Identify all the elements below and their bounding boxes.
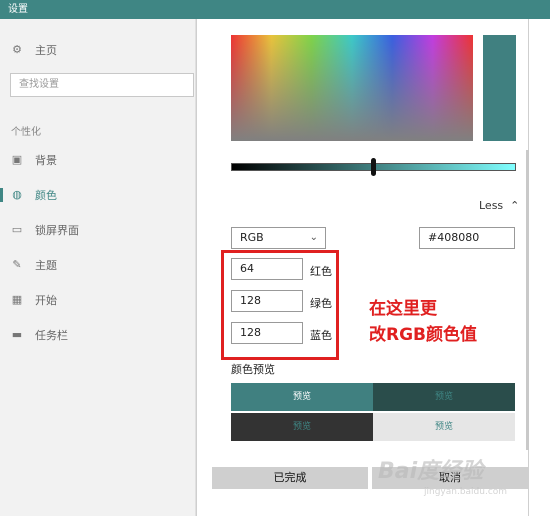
palette-icon: ◍ [12,188,22,201]
blue-label: 蓝色 [310,329,332,342]
custom-color-dialog: Less ⌃ RGB ⌄ #408080 64 红色 128 绿色 128 蓝色… [196,19,529,516]
sidebar-item-lock-screen[interactable]: ▭ 锁屏界面 [0,217,196,243]
done-button[interactable]: 已完成 [212,467,368,489]
red-input[interactable]: 64 [231,258,303,280]
color-mode-select[interactable]: RGB ⌄ [231,227,326,249]
sidebar-item-label: 主题 [35,259,57,272]
annotation-line-1: 在这里更 [369,299,437,319]
sidebar-item-colors[interactable]: ◍ 颜色 [0,182,196,208]
start-icon: ▦ [11,293,23,306]
cancel-button[interactable]: 取消 [372,467,528,489]
window-title: 设置 [0,0,550,19]
settings-sidebar: ⚙ 主页 查找设置 个性化 ▣ 背景 ◍ 颜色 ▭ 锁屏界面 ✎ 主题 ▦ 开始… [0,19,196,516]
chevron-up-icon: ⌃ [506,199,520,212]
sidebar-item-label: 背景 [35,154,57,167]
chevron-down-icon: ⌄ [309,232,318,243]
scrollbar[interactable] [526,150,529,450]
sidebar-item-label: 任务栏 [35,329,68,342]
annotation-line-2: 改RGB颜色值 [369,325,478,345]
sidebar-item-label: 主页 [35,44,57,57]
red-label: 红色 [310,265,332,278]
hex-input[interactable]: #408080 [419,227,515,249]
gear-icon: ⚙ [12,43,22,56]
sidebar-item-label: 锁屏界面 [35,224,79,237]
current-color-swatch [483,35,516,141]
blue-input[interactable]: 128 [231,322,303,344]
color-mode-value: RGB [240,231,264,244]
slider-thumb[interactable] [371,158,376,176]
less-label: Less [479,199,504,212]
color-spectrum[interactable] [231,35,473,141]
green-label: 绿色 [310,297,332,310]
sidebar-item-background[interactable]: ▣ 背景 [0,147,196,173]
green-input[interactable]: 128 [231,290,303,312]
picture-icon: ▣ [11,153,23,166]
search-input[interactable]: 查找设置 [10,73,194,97]
sidebar-item-home[interactable]: ⚙ 主页 [0,37,196,63]
taskbar-icon: ▬ [11,328,23,341]
preview-cell: 预览 [373,413,515,441]
sidebar-item-taskbar[interactable]: ▬ 任务栏 [0,322,196,348]
sidebar-item-label: 颜色 [35,189,57,202]
section-heading: 个性化 [11,127,41,138]
preview-cell: 预览 [231,383,373,411]
lock-screen-icon: ▭ [11,223,23,236]
preview-title: 颜色预览 [231,363,275,376]
less-toggle[interactable]: Less ⌃ [479,199,519,212]
preview-cell: 预览 [231,413,373,441]
sidebar-item-start[interactable]: ▦ 开始 [0,287,196,313]
annotation-text: 在这里更 改RGB颜色值 [369,296,519,348]
preview-cell: 预览 [373,383,515,411]
sidebar-item-label: 开始 [35,294,57,307]
sidebar-item-themes[interactable]: ✎ 主题 [0,252,196,278]
theme-icon: ✎ [12,258,22,271]
